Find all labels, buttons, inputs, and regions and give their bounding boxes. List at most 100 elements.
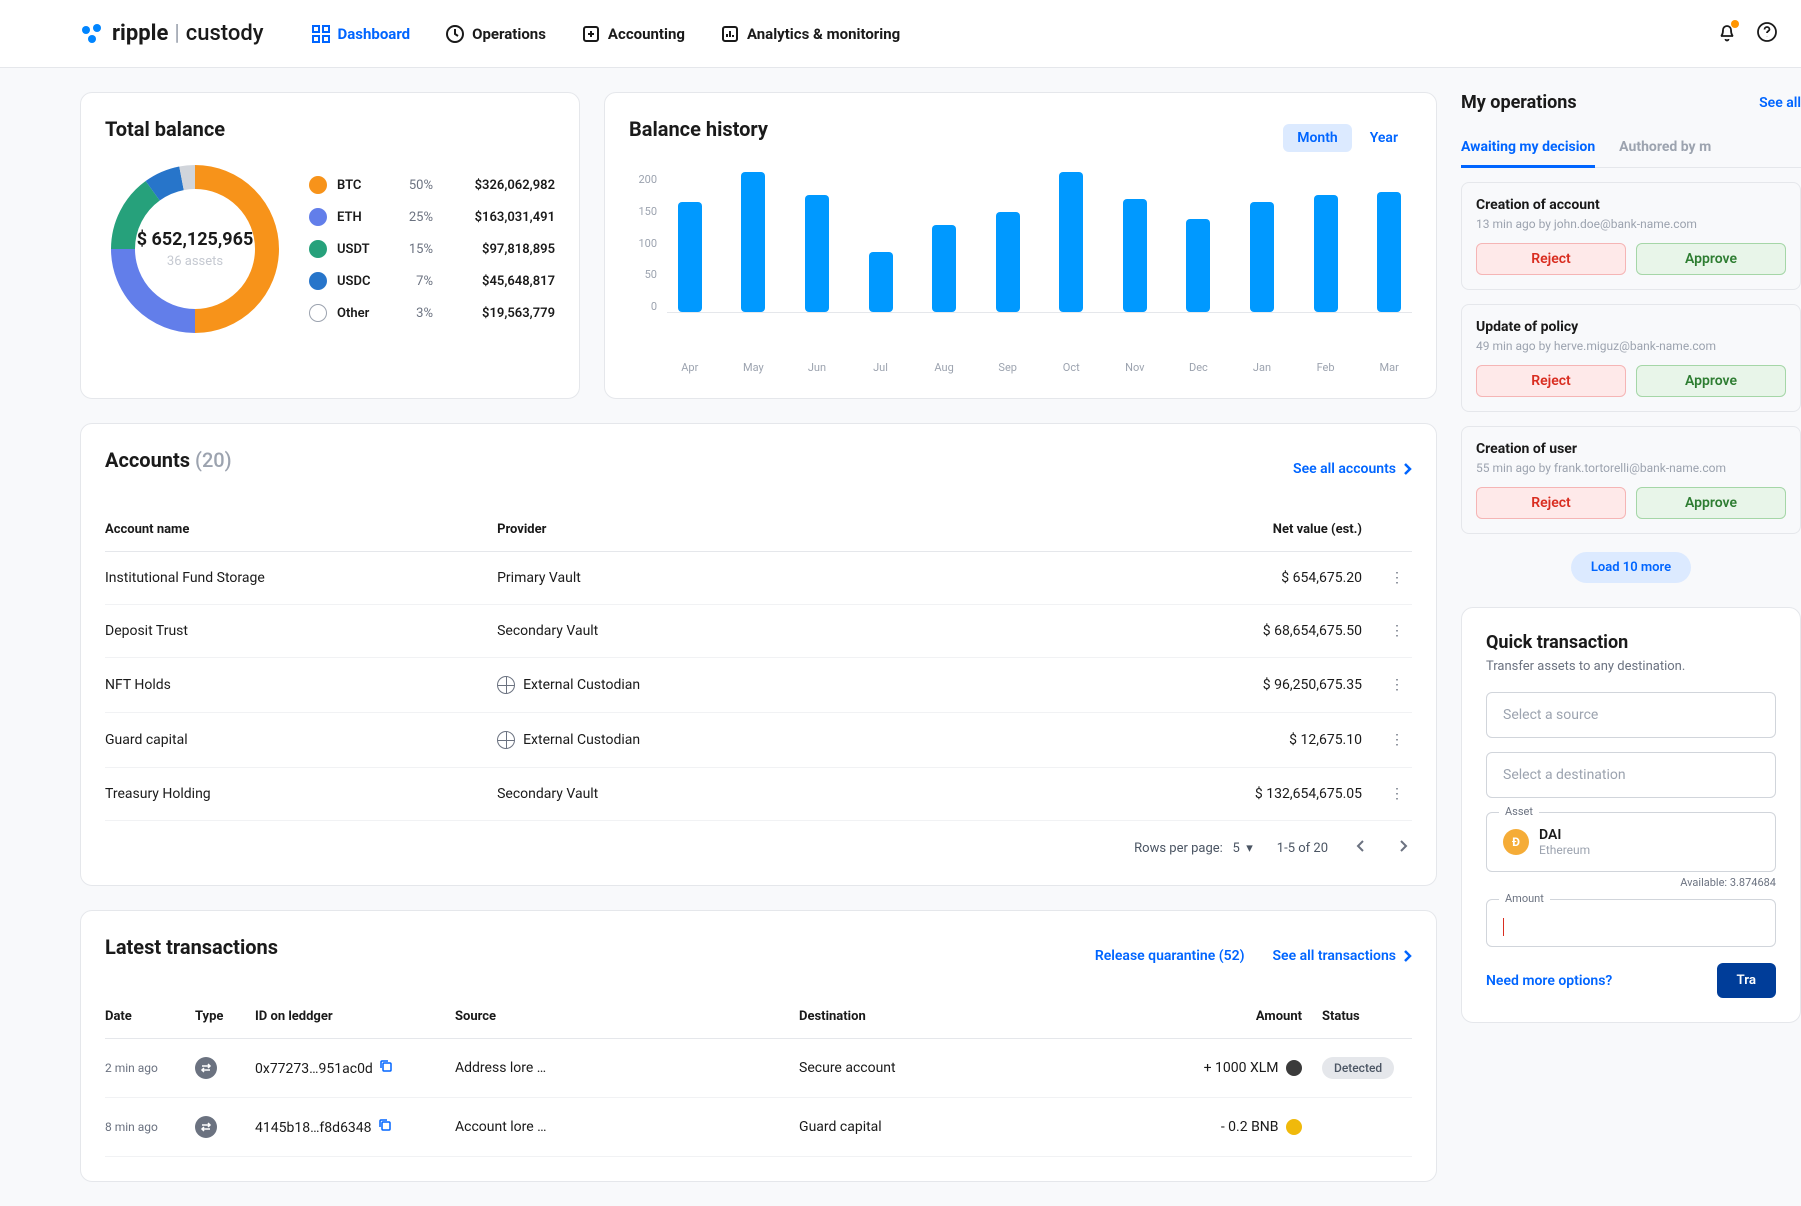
col-source: Source — [455, 995, 799, 1039]
account-provider: External Custodian — [497, 658, 1020, 713]
asset-select[interactable]: Asset Ð DAI Ethereum — [1486, 812, 1776, 872]
chart-bar — [1176, 219, 1222, 312]
tx-date: 2 min ago — [105, 1039, 195, 1098]
col-type: Type — [195, 995, 255, 1039]
source-select[interactable]: Select a source — [1486, 692, 1776, 738]
tx-destination: Secure account — [799, 1039, 1162, 1098]
table-row[interactable]: Treasury Holding Secondary Vault $ 132,6… — [105, 768, 1412, 821]
tab-awaiting-decision[interactable]: Awaiting my decision — [1461, 129, 1595, 168]
destination-select[interactable]: Select a destination — [1486, 752, 1776, 798]
notifications-button[interactable] — [1717, 22, 1737, 46]
asset-row: ETH 25% $163,031,491 — [309, 208, 555, 226]
chart-bar — [858, 252, 904, 312]
table-row[interactable]: NFT Holds External Custodian $ 96,250,67… — [105, 658, 1412, 713]
help-button[interactable] — [1757, 22, 1777, 46]
copy-button[interactable] — [379, 1059, 393, 1073]
see-all-transactions-link[interactable]: See all transactions — [1272, 948, 1412, 964]
chart-bars — [667, 173, 1412, 313]
account-value: $ 132,654,675.05 — [1020, 768, 1362, 821]
operation-card: Update of policy 49 min ago by herve.mig… — [1461, 304, 1801, 412]
operation-title: Update of policy — [1476, 319, 1786, 335]
approve-button[interactable]: Approve — [1636, 243, 1786, 275]
asset-value: $97,818,895 — [443, 242, 555, 257]
account-name: Guard capital — [105, 713, 497, 768]
amount-input[interactable]: Amount — [1486, 899, 1776, 947]
row-actions-button[interactable]: ⋮ — [1382, 623, 1412, 639]
quick-transaction-title: Quick transaction — [1486, 632, 1776, 653]
reject-button[interactable]: Reject — [1476, 243, 1626, 275]
row-actions-button[interactable]: ⋮ — [1382, 732, 1412, 748]
transfer-button[interactable]: Tra — [1717, 963, 1776, 998]
table-row[interactable]: 8 min ago 4145b18…f8d6348 Account lore …… — [105, 1098, 1412, 1157]
account-provider: External Custodian — [497, 713, 1020, 768]
see-all-accounts-link[interactable]: See all accounts — [1293, 461, 1412, 477]
total-balance-card: Total balance $ 652,125,965 36 assets BT… — [80, 92, 580, 399]
asset-value: $163,031,491 — [443, 210, 555, 225]
account-value: $ 654,675.20 — [1020, 552, 1362, 605]
col-provider: Provider — [497, 508, 1020, 552]
coin-icon — [309, 272, 327, 290]
chevron-right-icon — [1402, 949, 1412, 963]
accounts-pagination: Rows per page: 5 ▾ 1-5 of 20 — [105, 821, 1412, 861]
load-more-button[interactable]: Load 10 more — [1571, 552, 1691, 583]
nav-analytics-label: Analytics & monitoring — [747, 25, 900, 43]
chart-bar — [921, 225, 967, 312]
accounts-card: Accounts (20) See all accounts Account n… — [80, 423, 1437, 886]
table-row[interactable]: Deposit Trust Secondary Vault $ 68,654,6… — [105, 605, 1412, 658]
available-balance: Available: 3.874684 — [1486, 876, 1776, 889]
chart-bar — [794, 195, 840, 312]
coin-icon — [1286, 1060, 1302, 1076]
account-value: $ 96,250,675.35 — [1020, 658, 1362, 713]
toggle-month[interactable]: Month — [1283, 124, 1352, 152]
asset-value: $19,563,779 — [443, 306, 555, 321]
approve-button[interactable]: Approve — [1636, 365, 1786, 397]
globe-icon — [497, 731, 515, 749]
copy-button[interactable] — [378, 1118, 392, 1132]
see-all-transactions-label: See all transactions — [1272, 948, 1396, 964]
rows-per-page[interactable]: Rows per page: 5 ▾ — [1134, 841, 1253, 856]
accounts-table: Account name Provider Net value (est.) I… — [105, 508, 1412, 821]
chart-bar — [985, 212, 1031, 312]
asset-symbol: Other — [337, 306, 383, 321]
see-all-operations-link[interactable]: See all — [1759, 95, 1801, 111]
release-quarantine-link[interactable]: Release quarantine (52) — [1095, 948, 1245, 964]
next-page-button[interactable] — [1394, 835, 1412, 861]
tab-authored-by-me[interactable]: Authored by m — [1619, 129, 1711, 167]
need-more-options-link[interactable]: Need more options? — [1486, 973, 1612, 989]
nav-operations[interactable]: Operations — [446, 25, 546, 43]
asset-symbol: USDC — [337, 274, 383, 289]
nav-dashboard[interactable]: Dashboard — [312, 25, 411, 43]
approve-button[interactable]: Approve — [1636, 487, 1786, 519]
coin-icon — [309, 208, 327, 226]
operation-meta: 49 min ago by herve.miguz@bank-name.com — [1476, 339, 1786, 353]
prev-page-button[interactable] — [1352, 835, 1370, 861]
brand-name: ripple — [112, 21, 168, 46]
tx-amount: - 0.2 BNB — [1162, 1098, 1302, 1157]
total-balance-title: Total balance — [105, 117, 555, 141]
asset-value: $45,648,817 — [443, 274, 555, 289]
total-balance-assets-count: 36 assets — [167, 254, 223, 269]
reject-button[interactable]: Reject — [1476, 365, 1626, 397]
balance-history-title: Balance history — [629, 117, 768, 141]
tx-id: 4145b18…f8d6348 — [255, 1098, 455, 1157]
row-actions-button[interactable]: ⋮ — [1382, 570, 1412, 586]
table-row[interactable]: Guard capital External Custodian $ 12,67… — [105, 713, 1412, 768]
toggle-year[interactable]: Year — [1356, 124, 1412, 152]
tx-status: Detected — [1302, 1039, 1412, 1098]
row-actions-button[interactable]: ⋮ — [1382, 786, 1412, 802]
asset-value: $326,062,982 — [443, 178, 555, 193]
dai-icon: Ð — [1503, 829, 1529, 855]
chevron-right-icon — [1402, 462, 1412, 476]
row-actions-button[interactable]: ⋮ — [1382, 677, 1412, 693]
chart-bar — [1366, 192, 1412, 312]
brand-separator: | — [174, 21, 179, 46]
account-value: $ 12,675.10 — [1020, 713, 1362, 768]
chart-bar — [731, 172, 777, 312]
table-row[interactable]: 2 min ago 0x77273…951ac0d Address lore …… — [105, 1039, 1412, 1098]
globe-icon — [497, 676, 515, 694]
coin-icon — [1286, 1119, 1302, 1135]
nav-analytics[interactable]: Analytics & monitoring — [721, 25, 900, 43]
table-row[interactable]: Institutional Fund Storage Primary Vault… — [105, 552, 1412, 605]
nav-accounting[interactable]: Accounting — [582, 25, 685, 43]
reject-button[interactable]: Reject — [1476, 487, 1626, 519]
